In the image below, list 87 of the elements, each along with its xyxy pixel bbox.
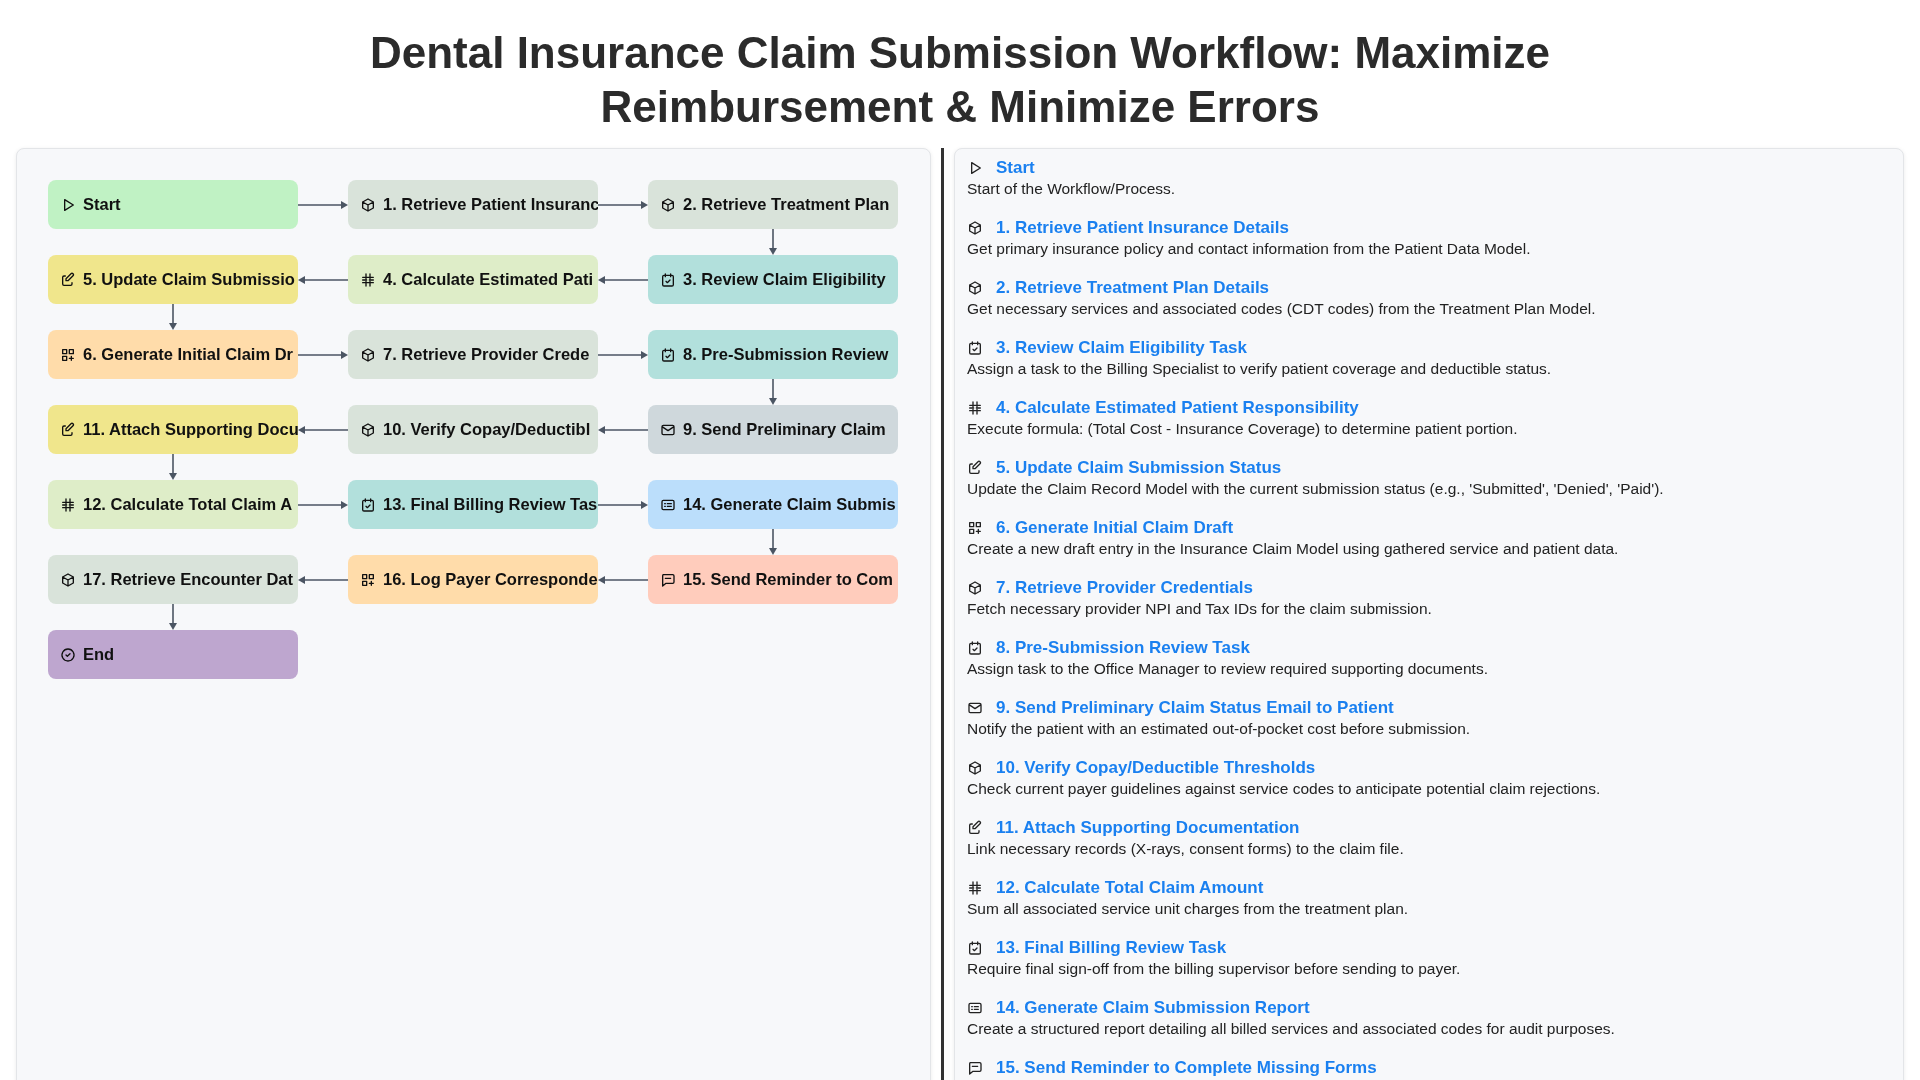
- step-title: 8. Pre-Submission Review Task: [996, 638, 1250, 658]
- node-label: 15. Send Reminder to Com: [683, 570, 893, 589]
- step-description: Create a new draft entry in the Insurance Claim Model using gathered service and patient data.: [967, 539, 1620, 558]
- connector-arrow: [768, 229, 778, 255]
- grid-lines-icon: [60, 496, 76, 513]
- step-title: 3. Review Claim Eligibility Task: [996, 338, 1247, 358]
- step-title: 7. Retrieve Provider Credentials: [996, 578, 1253, 598]
- node-label: End: [83, 645, 115, 664]
- cube-icon: [967, 220, 983, 236]
- calendar-check-icon: [360, 496, 376, 513]
- step-title: 5. Update Claim Submission Status: [996, 458, 1282, 478]
- chat-icon: [967, 1060, 983, 1076]
- connector-arrow: [768, 379, 778, 405]
- step-title: 9. Send Preliminary Claim Status Email to Patient: [996, 698, 1394, 718]
- step-description: Fetch necessary provider NPI and Tax IDs for the claim submission.: [967, 599, 1433, 618]
- calendar-check-icon: [967, 940, 983, 956]
- chat-icon: [660, 571, 676, 588]
- node-label: 8. Pre-Submission Review: [683, 345, 889, 364]
- step-title: 15. Send Reminder to Complete Missing Forms: [996, 1058, 1377, 1078]
- node-label: 13. Final Billing Review Tas: [383, 495, 598, 514]
- node-label: 4. Calculate Estimated Pati: [383, 270, 593, 289]
- cube-icon: [967, 280, 983, 296]
- step-title: 12. Calculate Total Claim Amount: [996, 878, 1264, 898]
- cube-icon: [360, 421, 376, 438]
- cube-icon: [60, 571, 76, 588]
- step-title: 11. Attach Supporting Documentation: [996, 818, 1300, 838]
- step-title: 4. Calculate Estimated Patient Responsibility: [996, 398, 1359, 418]
- node-label: 17. Retrieve Encounter Dat: [83, 570, 293, 589]
- step-description: Update the Claim Record Model with the current submission status (e.g., 'Submitted', 'Denied', 'Paid').: [967, 479, 1665, 498]
- connector-arrow: [768, 529, 778, 555]
- grid-lines-icon: [967, 400, 983, 416]
- cube-icon: [967, 580, 983, 596]
- node-label: 11. Attach Supporting Docu: [83, 420, 298, 439]
- step-title: Start: [996, 158, 1035, 178]
- envelope-icon: [967, 700, 983, 716]
- step-description: Assign task to the Office Manager to review required supporting documents.: [967, 659, 1489, 678]
- step-description: Start of the Workflow/Process.: [967, 179, 1177, 198]
- connector-arrow: [168, 604, 178, 630]
- step-title: 1. Retrieve Patient Insurance Details: [996, 218, 1289, 238]
- node-label: 1. Retrieve Patient Insuranc: [383, 195, 598, 214]
- step-title: 13. Final Billing Review Task: [996, 938, 1227, 958]
- grid-lines-icon: [360, 271, 376, 288]
- node-label: 10. Verify Copay/Deductibl: [383, 420, 591, 439]
- node-label: 12. Calculate Total Claim A: [83, 495, 293, 514]
- node-label: Start: [83, 195, 121, 214]
- step-description: Notify the patient with an estimated out-of-pocket cost before submission.: [967, 719, 1472, 738]
- calendar-check-icon: [660, 346, 676, 363]
- calendar-check-icon: [660, 271, 676, 288]
- node-label: 5. Update Claim Submissio: [83, 270, 295, 289]
- cube-icon: [967, 760, 983, 776]
- step-title: 2. Retrieve Treatment Plan Details: [996, 278, 1270, 298]
- calendar-check-icon: [967, 340, 983, 356]
- step-title: 14. Generate Claim Submission Report: [996, 998, 1310, 1018]
- node-label: 6. Generate Initial Claim Dr: [83, 345, 293, 364]
- page-title: Dental Insurance Claim Submission Workflow: Maximize Reimbursement & Minimize Errors: [368, 27, 1552, 133]
- step-description: Link necessary records (X-rays, consent forms) to the claim file.: [967, 839, 1405, 858]
- edit-icon: [967, 460, 983, 476]
- step-description: Get primary insurance policy and contact information from the Patient Data Model.: [967, 239, 1532, 258]
- node-label: 16. Log Payer Corresponde: [383, 570, 598, 589]
- step-description: Get necessary services and associated codes (CDT codes) from the Treatment Plan Model.: [967, 299, 1597, 318]
- step-description: Sum all associated service unit charges from the treatment plan.: [967, 899, 1410, 918]
- step-description: Execute formula: (Total Cost - Insurance Coverage) to determine patient portion.: [967, 419, 1519, 438]
- cube-icon: [360, 196, 376, 213]
- node-label: 14. Generate Claim Submis: [683, 495, 896, 514]
- connector-arrow: [168, 304, 178, 330]
- step-description: Create a structured report detailing all billed services and associated codes for audit purposes.: [967, 1019, 1616, 1038]
- connector-arrow: [168, 454, 178, 480]
- list-icon: [967, 1000, 983, 1016]
- step-title: 10. Verify Copay/Deductible Thresholds: [996, 758, 1316, 778]
- cube-icon: [660, 196, 676, 213]
- grid-lines-icon: [967, 880, 983, 896]
- edit-icon: [60, 271, 76, 288]
- step-description: Check current payer guidelines against service codes to anticipate potential claim rejections.: [967, 779, 1602, 798]
- edit-icon: [60, 421, 76, 438]
- node-label: 2. Retrieve Treatment Plan: [683, 195, 890, 214]
- step-description: Assign a task to the Billing Specialist to verify patient coverage and deductible status.: [967, 359, 1553, 378]
- node-label: 7. Retrieve Provider Crede: [383, 345, 590, 364]
- node-label: 3. Review Claim Eligibility: [683, 270, 886, 289]
- step-title: 6. Generate Initial Claim Draft: [996, 518, 1234, 538]
- step-description: Require final sign-off from the billing supervisor before sending to payer.: [967, 959, 1462, 978]
- apps-add-icon: [967, 520, 983, 536]
- calendar-check-icon: [967, 640, 983, 656]
- apps-add-icon: [360, 571, 376, 588]
- apps-add-icon: [60, 346, 76, 363]
- node-label: 9. Send Preliminary Claim: [683, 420, 886, 439]
- cube-icon: [360, 346, 376, 363]
- edit-icon: [967, 820, 983, 836]
